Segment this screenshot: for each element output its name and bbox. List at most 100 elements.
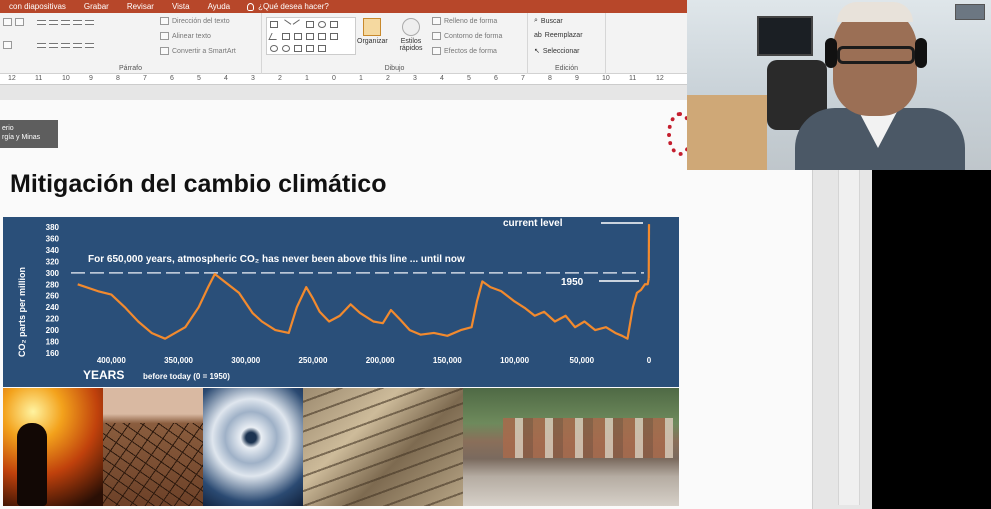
impact-photos — [3, 388, 679, 506]
shape-outline-button[interactable]: Contorno de forma — [432, 32, 502, 40]
slide-title[interactable]: Mitigación del cambio climático — [10, 170, 386, 199]
tab-help[interactable]: Ayuda — [199, 2, 240, 11]
brace-shape-icon[interactable] — [306, 45, 314, 52]
numbering-icon[interactable] — [49, 19, 58, 25]
quick-styles-icon — [402, 18, 420, 36]
quick-styles-button[interactable]: Estilos rápidos — [394, 18, 428, 52]
textbox-shape-icon[interactable] — [270, 21, 278, 28]
shape-outline-label: Contorno de forma — [444, 32, 503, 40]
tab-review[interactable]: Revisar — [118, 2, 163, 11]
arrange-button[interactable]: Organizar — [357, 18, 388, 45]
text-direction-label: Dirección del texto — [172, 17, 230, 25]
line-shape-icon[interactable] — [280, 19, 292, 30]
y-tick-label: 180 — [46, 338, 60, 347]
font-color-icon[interactable] — [3, 41, 12, 49]
align-left-icon[interactable] — [37, 42, 46, 48]
rectangle-shape-icon[interactable] — [330, 21, 338, 28]
co2-chart: CO₂ parts per million For 650,000 years,… — [3, 217, 679, 387]
find-button[interactable]: ⌕ Buscar — [534, 17, 563, 25]
x-tick-label: 200,000 — [366, 356, 395, 365]
rectangle-shape-icon[interactable] — [306, 21, 314, 28]
drawing-group: Organizar Estilos rápidos Relleno de for… — [262, 13, 528, 74]
star-shape-icon[interactable] — [318, 45, 326, 52]
triangle-shape-icon[interactable] — [268, 33, 280, 40]
x-tick-label: 50,000 — [570, 356, 595, 365]
desk — [687, 95, 767, 170]
connector-shape-icon[interactable] — [294, 33, 302, 40]
shapes-gallery[interactable] — [266, 17, 356, 55]
ruler-tick: 6 — [494, 75, 498, 82]
text-direction-button[interactable]: Dirección del texto — [160, 17, 230, 25]
editing-group: ⌕ Buscar ab Reemplazar ↖ Seleccionar Edi… — [528, 13, 606, 74]
ruler-tick: 0 — [332, 75, 336, 82]
indent-increase-icon[interactable] — [73, 19, 82, 25]
connector-shape-icon[interactable] — [282, 33, 290, 40]
ruler-tick: 7 — [521, 75, 525, 82]
ruler-tick: 4 — [440, 75, 444, 82]
paragraph-group-label: Párrafo — [119, 65, 142, 72]
ruler-tick: 9 — [89, 75, 93, 82]
oval-shape-icon[interactable] — [318, 21, 326, 28]
horizontal-ruler[interactable]: 12 11 10 9 8 7 6 5 4 3 2 1 0 1 2 3 4 5 6 7 8 9 10 11 12 — [0, 74, 691, 85]
ruler-tick: 6 — [170, 75, 174, 82]
vertical-scrollbar[interactable] — [838, 170, 860, 505]
arrow-shape-icon[interactable] — [330, 33, 338, 40]
indent-decrease-icon[interactable] — [61, 19, 70, 25]
ruler-tick: 11 — [629, 75, 637, 82]
x-tick-label: 350,000 — [164, 356, 193, 365]
quick-styles-label: Estilos rápidos — [399, 38, 423, 52]
align-right-icon[interactable] — [61, 42, 70, 48]
bullets-icon[interactable] — [37, 19, 46, 25]
tab-view[interactable]: Vista — [163, 2, 199, 11]
tab-record[interactable]: Grabar — [75, 2, 118, 11]
drought-photo — [103, 388, 203, 506]
paint-bucket-icon — [432, 17, 441, 25]
align-text-label: Alinear texto — [172, 32, 211, 40]
arrow-shape-icon[interactable] — [306, 33, 314, 40]
align-text-button[interactable]: Alinear texto — [160, 32, 211, 40]
select-button[interactable]: ↖ Seleccionar — [534, 47, 579, 56]
replace-button[interactable]: ab Reemplazar — [534, 32, 583, 39]
glasses — [837, 46, 915, 64]
ruler-tick: 12 — [8, 75, 16, 82]
y-tick-label: 260 — [46, 292, 60, 301]
smartart-icon — [160, 47, 169, 55]
x-tick-label: 300,000 — [231, 356, 260, 365]
x-axis-label: YEARS — [83, 368, 124, 382]
x-tick-label: 100,000 — [500, 356, 529, 365]
curve-shape-icon[interactable] — [282, 45, 290, 52]
brace-shape-icon[interactable] — [294, 45, 302, 52]
y-tick-label: 360 — [46, 234, 60, 243]
lightbulb-icon — [247, 2, 255, 11]
logo-line: rgía y Minas — [2, 134, 41, 141]
ruler-tick: 4 — [224, 75, 228, 82]
y-tick-label: 240 — [46, 303, 60, 312]
convert-smartart-button[interactable]: Convertir a SmartArt — [160, 47, 236, 55]
ruler-tick: 3 — [413, 75, 417, 82]
cursor-icon: ↖ — [534, 48, 540, 55]
tab-slideshow[interactable]: con diapositivas — [0, 2, 75, 11]
curve-shape-icon[interactable] — [270, 45, 278, 52]
effects-icon — [432, 47, 441, 55]
ruler-tick: 5 — [197, 75, 201, 82]
columns-icon[interactable] — [85, 42, 94, 48]
powerpoint-window: con diapositivas Grabar Revisar Vista Ay… — [0, 0, 991, 509]
debris-texture — [303, 388, 463, 506]
background-monitor — [757, 16, 813, 56]
convert-smartart-label: Convertir a SmartArt — [172, 47, 236, 55]
justify-icon[interactable] — [73, 42, 82, 48]
shape-fill-button[interactable]: Relleno de forma — [432, 17, 497, 25]
align-center-icon[interactable] — [49, 42, 58, 48]
cracked-earth — [103, 423, 203, 506]
arrange-icon — [363, 18, 382, 36]
headset-left — [825, 38, 837, 68]
more-shapes-icon[interactable] — [330, 45, 338, 52]
shape-effects-button[interactable]: Efectos de forma — [432, 47, 497, 55]
line-spacing-icon[interactable] — [85, 19, 94, 25]
font-shrink-icon[interactable] — [15, 18, 24, 26]
arrow-shape-icon[interactable] — [318, 33, 326, 40]
line-shape-icon[interactable] — [292, 19, 304, 30]
tell-me-box[interactable]: ¿Qué desea hacer? — [239, 2, 329, 11]
font-grow-icon[interactable] — [3, 18, 12, 26]
label-1950: 1950 — [561, 277, 584, 288]
